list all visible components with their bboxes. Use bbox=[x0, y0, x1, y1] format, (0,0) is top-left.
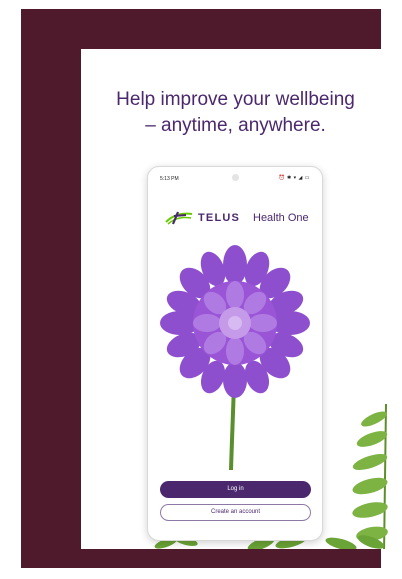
promo-frame: Help improve your wellbeing – anytime, a… bbox=[21, 9, 390, 568]
create-account-button[interactable]: Create an account bbox=[160, 504, 311, 521]
phone-mockup: 5:13 PM ⏰ ✱ ▾ ◢ ▭ TELUS Health One Log i… bbox=[147, 166, 323, 541]
headline-line-1: Help improve your wellbeing bbox=[116, 89, 355, 110]
promo-card: Help improve your wellbeing – anytime, a… bbox=[81, 49, 390, 549]
headline-line-2: – anytime, anywhere. bbox=[145, 115, 326, 136]
login-button[interactable]: Log in bbox=[160, 481, 311, 498]
brand-name: TELUS bbox=[198, 212, 241, 224]
brand-subtitle: Health One bbox=[253, 212, 309, 224]
status-icons: ⏰ ✱ ▾ ◢ ▭ bbox=[278, 175, 310, 181]
dahlia-flower-image bbox=[160, 245, 310, 470]
telus-logo-icon bbox=[165, 211, 193, 225]
status-time: 5:13 PM bbox=[160, 176, 179, 182]
camera-icon bbox=[232, 174, 239, 181]
status-bar: 5:13 PM ⏰ ✱ ▾ ◢ ▭ bbox=[148, 167, 322, 187]
headline: Help improve your wellbeing – anytime, a… bbox=[81, 87, 390, 139]
